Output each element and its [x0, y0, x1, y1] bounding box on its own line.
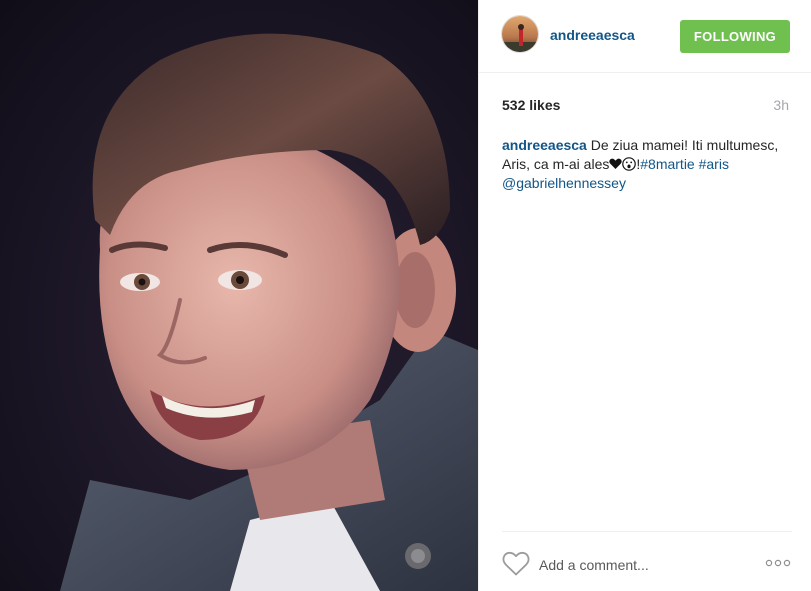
black-heart-emoji-icon [609, 156, 623, 172]
post-time: 3h [773, 97, 789, 113]
post-photo[interactable] [0, 0, 478, 591]
divider [502, 531, 792, 532]
likes-count[interactable]: 532 likes [502, 97, 560, 113]
username-link[interactable]: andreeaesca [550, 27, 635, 43]
avatar[interactable] [501, 15, 539, 53]
following-button[interactable]: FOLLOWING [680, 20, 790, 53]
comment-input[interactable] [539, 554, 749, 576]
post-caption: andreeaesca De ziua mamei! Iti multumesc… [502, 136, 794, 193]
avatar-image [502, 16, 538, 52]
portrait-image [0, 0, 478, 591]
hashtag-link[interactable]: #8martie [640, 156, 694, 172]
caption-username[interactable]: andreeaesca [502, 137, 587, 153]
post-header: andreeaesca FOLLOWING [479, 0, 811, 73]
heart-outline-icon[interactable] [502, 551, 530, 577]
more-options-icon[interactable] [765, 556, 791, 570]
hashtag-link[interactable]: #aris [699, 156, 729, 172]
face-emoji-icon [622, 156, 637, 172]
mention-link[interactable]: @gabrielhennessey [502, 175, 626, 191]
post-details-panel: andreeaesca FOLLOWING 532 likes 3h andre… [478, 0, 811, 591]
